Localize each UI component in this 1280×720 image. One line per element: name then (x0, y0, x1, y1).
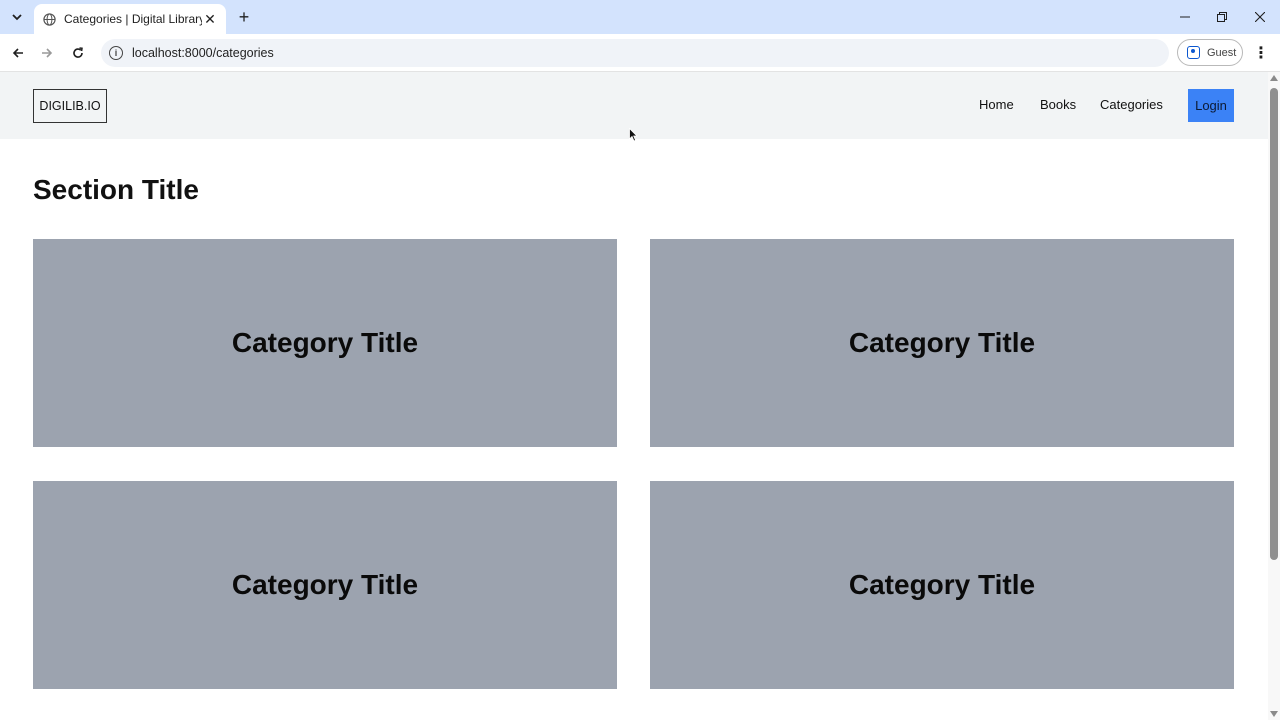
category-card[interactable]: Category Title (33, 239, 617, 447)
page-viewport: DIGILIB.IO Home Books Categories Login S… (0, 72, 1268, 720)
restore-icon[interactable] (1210, 6, 1234, 28)
profile-label: Guest (1207, 46, 1237, 59)
nav-link-home[interactable]: Home (979, 97, 1014, 112)
minimize-icon[interactable] (1173, 6, 1197, 28)
new-tab-plus-icon[interactable]: + (234, 7, 254, 27)
scroll-down-arrow-icon[interactable] (1270, 711, 1278, 717)
address-bar[interactable]: i localhost:8000/categories (101, 39, 1169, 67)
nav-link-categories[interactable]: Categories (1100, 97, 1163, 112)
site-logo[interactable]: DIGILIB.IO (33, 89, 107, 123)
category-card-title: Category Title (848, 569, 1036, 600)
category-card[interactable]: Category Title (33, 481, 617, 689)
back-arrow-icon[interactable] (7, 42, 29, 64)
browser-tab-strip: Categories | Digital Library ✕ + (0, 0, 1280, 34)
category-card[interactable]: Category Title (650, 239, 1234, 447)
close-tab-icon[interactable]: ✕ (202, 11, 218, 27)
forward-arrow-icon[interactable] (36, 42, 58, 64)
nav-link-books[interactable]: Books (1040, 97, 1076, 112)
browser-tab[interactable]: Categories | Digital Library ✕ (34, 4, 226, 34)
category-card[interactable]: Category Title (650, 481, 1234, 689)
browser-menu-icon[interactable]: ⋮ (1252, 42, 1270, 64)
profile-icon (1187, 46, 1200, 59)
url-text: localhost:8000/categories (132, 46, 274, 60)
globe-icon (42, 12, 56, 26)
category-card-title: Category Title (231, 569, 419, 600)
browser-toolbar: i localhost:8000/categories Guest ⋮ (0, 34, 1280, 72)
close-window-icon[interactable] (1248, 6, 1272, 28)
login-button[interactable]: Login (1188, 89, 1234, 122)
scrollbar-thumb[interactable] (1270, 88, 1278, 560)
category-card-title: Category Title (848, 327, 1036, 358)
site-info-icon[interactable]: i (109, 46, 123, 60)
profile-button[interactable]: Guest (1177, 39, 1243, 66)
tab-title: Categories | Digital Library (64, 12, 202, 26)
category-card-title: Category Title (231, 327, 419, 358)
reload-icon[interactable] (67, 42, 89, 64)
section-title: Section Title (33, 174, 199, 205)
page-scrollbar[interactable] (1268, 72, 1280, 720)
scroll-up-arrow-icon[interactable] (1270, 75, 1278, 81)
tab-search-chevron-icon[interactable] (6, 6, 28, 28)
